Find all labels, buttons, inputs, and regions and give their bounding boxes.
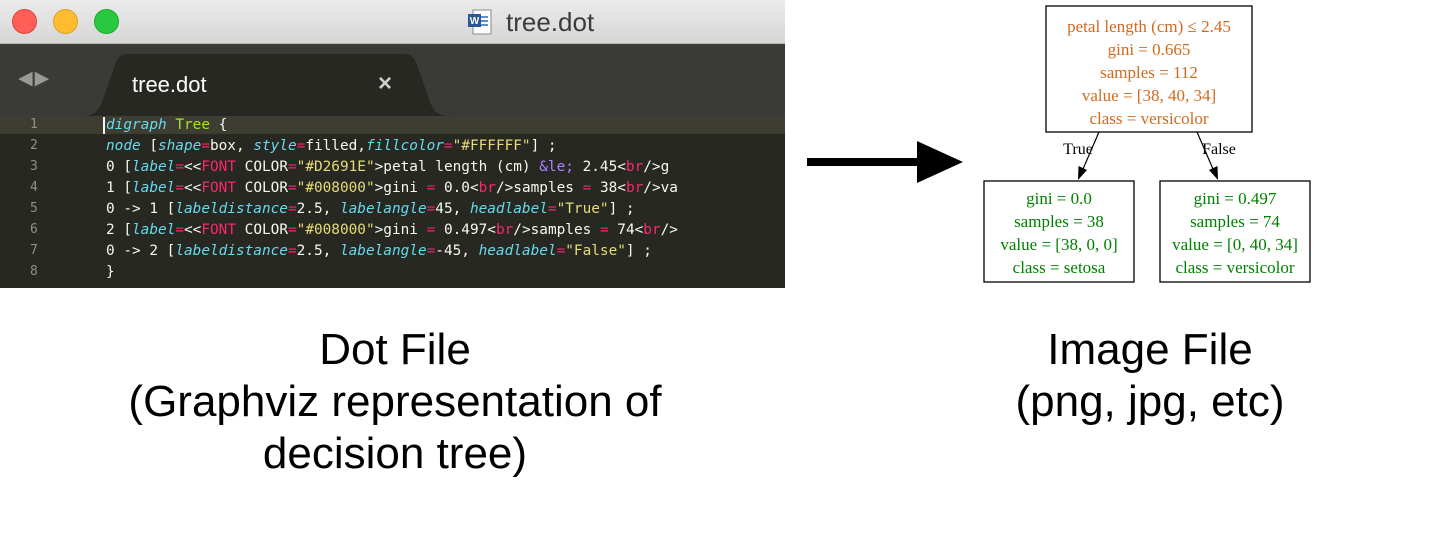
code-editor[interactable]: 1 2 3 4 5 6 7 8 digraph Tree { node [sha… xyxy=(0,116,785,288)
root-node-text: value = [38, 40, 34] xyxy=(1082,86,1216,105)
line-number: 3 xyxy=(30,159,38,174)
caption-line: Dot File xyxy=(319,325,471,374)
code-line: 0 -> 1 [labeldistance=2.5, labelangle=45… xyxy=(106,201,635,217)
decision-tree-image: petal length (cm) ≤ 2.45 gini = 0.665 sa… xyxy=(975,0,1335,290)
line-number: 5 xyxy=(30,201,38,216)
left-leaf-text: gini = 0.0 xyxy=(1026,189,1092,208)
code-line: digraph Tree { xyxy=(106,117,228,133)
right-leaf-text: value = [0, 40, 34] xyxy=(1172,235,1298,254)
forward-arrow-icon[interactable]: ▶ xyxy=(35,68,52,89)
edge-label-false: False xyxy=(1202,141,1236,158)
caption-line: (Graphviz representation of xyxy=(128,377,662,426)
line-number: 6 xyxy=(30,222,38,237)
root-node-text: petal length (cm) ≤ 2.45 xyxy=(1067,17,1231,36)
window-title: tree.dot xyxy=(506,7,595,37)
minimize-window-button[interactable] xyxy=(53,9,78,34)
right-leaf-text: class = versicolor xyxy=(1175,258,1294,277)
left-leaf-text: samples = 38 xyxy=(1014,212,1104,231)
zoom-window-button[interactable] xyxy=(94,9,119,34)
edge-label-true: True xyxy=(1063,141,1093,158)
caption-line: Image File xyxy=(1047,325,1253,374)
word-document-icon: W xyxy=(468,9,492,35)
right-leaf-text: samples = 74 xyxy=(1190,212,1280,231)
line-number: 4 xyxy=(30,180,38,195)
code-line: node [shape=box, style=filled,fillcolor=… xyxy=(106,138,557,154)
left-leaf-text: class = setosa xyxy=(1013,258,1106,277)
caption-line: decision tree) xyxy=(262,429,528,478)
line-number: 1 xyxy=(30,117,38,132)
tab-close-icon[interactable]: × xyxy=(378,70,392,98)
right-leaf-text: gini = 0.497 xyxy=(1194,189,1277,208)
line-number: 2 xyxy=(30,138,38,153)
line-number-gutter: 1 2 3 4 5 6 7 8 xyxy=(0,116,92,288)
line-number: 8 xyxy=(30,264,38,279)
caption-line: (png, jpg, etc) xyxy=(1015,377,1285,426)
root-node-text: samples = 112 xyxy=(1100,63,1198,82)
tab-bar: ◀▶ tree.dot × xyxy=(0,44,785,116)
tab-label: tree.dot xyxy=(132,72,207,97)
text-cursor xyxy=(103,117,105,134)
tab-tree-dot[interactable]: tree.dot × xyxy=(80,54,452,116)
line-number: 7 xyxy=(30,243,38,258)
code-line: 1 [label=<<FONT COLOR="#008000">gini = 0… xyxy=(106,180,678,196)
tab-nav-arrows[interactable]: ◀▶ xyxy=(18,67,51,90)
back-arrow-icon[interactable]: ◀ xyxy=(18,68,35,89)
code-line: 0 -> 2 [labeldistance=2.5, labelangle=-4… xyxy=(106,243,652,259)
image-file-caption: Image File (png, jpg, etc) xyxy=(950,324,1350,428)
code-line: } xyxy=(106,264,115,280)
title-bar: W tree.dot xyxy=(0,0,785,44)
svg-text:W: W xyxy=(470,16,480,27)
left-leaf-text: value = [38, 0, 0] xyxy=(1000,235,1117,254)
right-arrow-icon xyxy=(807,141,963,183)
edge-true-arrowhead xyxy=(1078,166,1087,180)
edge-false-arrowhead xyxy=(1209,166,1218,180)
root-node-text: gini = 0.665 xyxy=(1108,40,1191,59)
code-line: 2 [label=<<FONT COLOR="#008000">gini = 0… xyxy=(106,222,678,238)
dot-file-caption: Dot File (Graphviz representation of dec… xyxy=(40,324,750,480)
editor-window: W tree.dot ◀▶ tree.dot × 1 2 3 4 5 6 7 8… xyxy=(0,0,785,288)
code-line: 0 [label=<<FONT COLOR="#D2691E">petal le… xyxy=(106,159,670,175)
root-node-text: class = versicolor xyxy=(1089,109,1208,128)
close-window-button[interactable] xyxy=(12,9,37,34)
decision-tree-diagram: petal length (cm) ≤ 2.45 gini = 0.665 sa… xyxy=(983,5,1311,283)
